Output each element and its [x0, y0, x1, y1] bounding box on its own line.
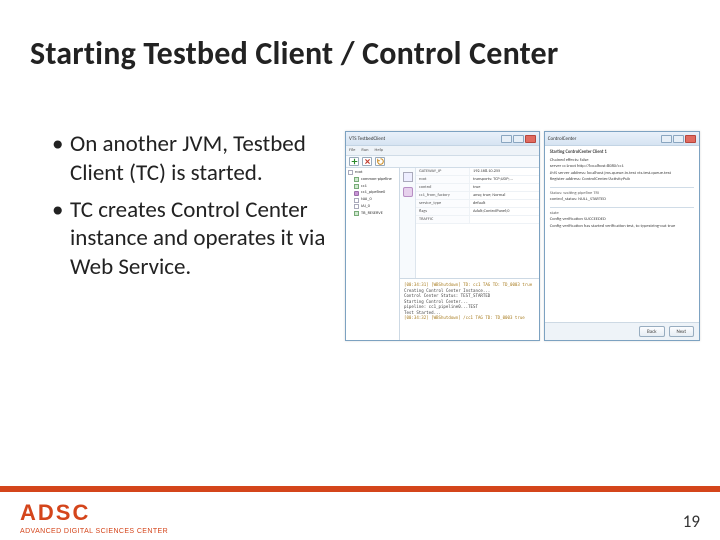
menu-item-run[interactable]: Run — [361, 148, 368, 153]
console-line: [00:34:32] [WBShutdown] /cc1 TAG TD: TD_… — [404, 315, 535, 321]
tree-root[interactable]: root — [348, 170, 397, 176]
pipeline-icon — [354, 191, 359, 196]
expand-icon[interactable] — [348, 170, 353, 175]
console-line: [00:34:31] [WBShutdown] TD: cc1 TAG TD: … — [404, 282, 535, 288]
screenshot-group: VTS TestbedClient File Run Help — [345, 131, 700, 341]
minimize-icon[interactable] — [661, 135, 672, 143]
prop-val: 192.168.10.255 — [470, 168, 539, 175]
table-row: roottransports: TCP;UDP;... — [416, 176, 539, 184]
node-icon — [354, 184, 359, 189]
window-controls — [501, 135, 536, 143]
brand-org: ADVANCED DIGITAL SCIENCES CENTER — [20, 528, 168, 535]
window-title: VTS TestbedClient — [349, 136, 385, 142]
refresh-button[interactable] — [375, 157, 385, 166]
titlebar: ControlCenter — [545, 132, 699, 146]
tool-icon[interactable] — [403, 187, 413, 197]
slide-title: Starting Testbed Client / Control Center — [30, 34, 558, 73]
add-button[interactable] — [349, 157, 359, 166]
menu-item-file[interactable]: File — [349, 148, 355, 153]
properties-table: GATEWAY_IP192.168.10.255 roottransports:… — [416, 168, 539, 278]
tree-item[interactable]: TB_RESERVE — [354, 211, 397, 217]
table-row: flagsAdult;ControlPanel;0 — [416, 208, 539, 216]
tree-item[interactable]: cc1 — [354, 184, 397, 190]
table-row: service_typedefault — [416, 200, 539, 208]
node-icon — [354, 177, 359, 182]
cc-body: Starting ControlCenter Client 1 Chained … — [545, 146, 699, 322]
table-row: TRAFFIC — [416, 216, 539, 224]
testbed-client-window: VTS TestbedClient File Run Help — [345, 131, 540, 341]
close-icon[interactable] — [525, 135, 536, 143]
node-icon — [354, 198, 359, 203]
tree-item[interactable]: cc1_pipeline0 — [354, 190, 397, 196]
node-icon — [354, 204, 359, 209]
remove-button[interactable] — [362, 157, 372, 166]
window-title: ControlCenter — [548, 136, 577, 142]
minimize-icon[interactable] — [501, 135, 512, 143]
page-number: 19 — [683, 511, 700, 532]
tree-item[interactable]: IAI_0 — [354, 204, 397, 210]
plus-icon — [351, 158, 358, 165]
x-icon — [364, 158, 371, 165]
tool-icon[interactable] — [403, 172, 413, 182]
prop-key: GATEWAY_IP — [416, 168, 470, 175]
tree-item[interactable]: common-pipeline — [354, 177, 397, 183]
maximize-icon[interactable] — [673, 135, 684, 143]
cc-footer: Back Next — [545, 322, 699, 340]
brand-acronym: ADSC — [20, 500, 168, 526]
toolbar — [346, 156, 539, 168]
bullet-item: On another JVM, Testbed Client (TC) is s… — [52, 130, 332, 188]
menu-item-help[interactable]: Help — [375, 148, 383, 153]
bullet-list: On another JVM, Testbed Client (TC) is s… — [52, 130, 332, 290]
table-row: controltrue — [416, 184, 539, 192]
status-value: control_status: NULL_STARTED — [550, 197, 694, 204]
node-icon — [354, 211, 359, 216]
refresh-icon — [377, 158, 384, 165]
back-button[interactable]: Back — [639, 326, 665, 337]
table-row: GATEWAY_IP192.168.10.255 — [416, 168, 539, 176]
window-controls — [661, 135, 696, 143]
vertical-toolbar — [400, 168, 416, 278]
control-center-window: ControlCenter Starting ControlCenter Cli… — [544, 131, 700, 341]
titlebar: VTS TestbedClient — [346, 132, 539, 146]
next-button[interactable]: Next — [669, 326, 695, 337]
separator — [550, 207, 694, 208]
cc-line: Register address: ControlCenter/Activity… — [550, 177, 694, 184]
maximize-icon[interactable] — [513, 135, 524, 143]
cc-message: Config verification has started verifica… — [550, 224, 694, 231]
tree-item[interactable]: NAI_0 — [354, 197, 397, 203]
close-icon[interactable] — [685, 135, 696, 143]
tree-panel: root common-pipeline cc1 cc1_pipeline0 N… — [346, 168, 400, 340]
brand: ADSC ADVANCED DIGITAL SCIENCES CENTER — [20, 500, 168, 535]
cc-header: Starting ControlCenter Client 1 — [550, 150, 694, 157]
console-panel: [00:34:31] [WBShutdown] TD: cc1 TAG TD: … — [400, 278, 539, 340]
separator — [550, 187, 694, 188]
menubar: File Run Help — [346, 146, 539, 156]
table-row: cc1_from_factoryamq; true; Normal — [416, 192, 539, 200]
slide-footer: ADSC ADVANCED DIGITAL SCIENCES CENTER 19 — [0, 486, 720, 540]
footer-rule — [0, 486, 720, 492]
bullet-item: TC creates Control Center instance and o… — [52, 196, 332, 282]
